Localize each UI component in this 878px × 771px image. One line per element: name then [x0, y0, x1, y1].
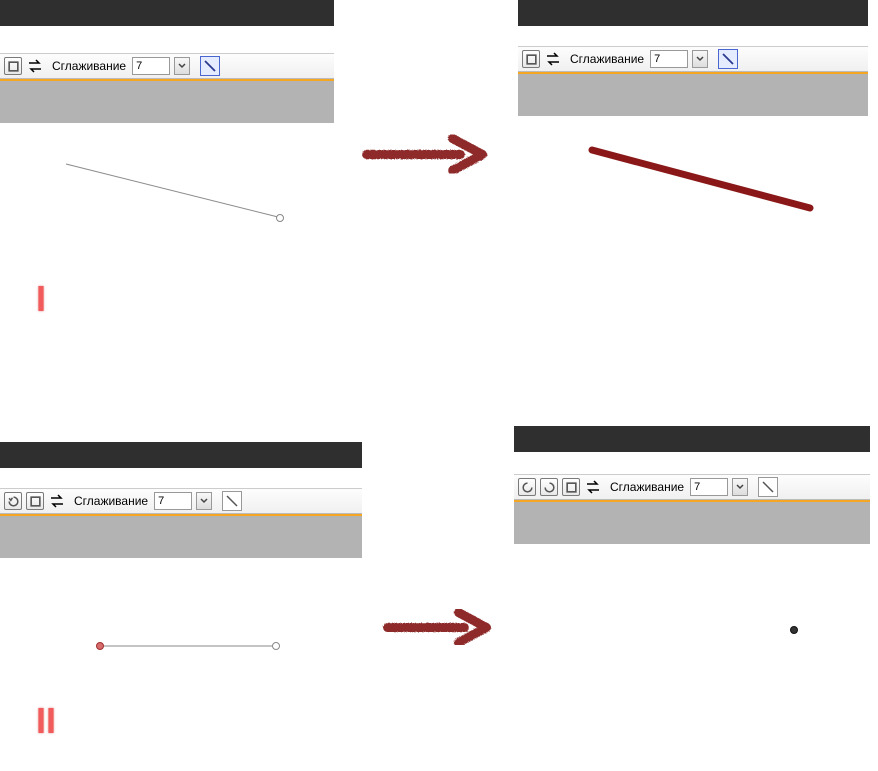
swap-icon	[544, 50, 562, 68]
step-marker-1: I	[36, 278, 46, 320]
canvas-header	[0, 81, 334, 123]
titlebar	[518, 0, 868, 26]
tool-options-bar: Сглаживание	[514, 474, 870, 500]
swap-icon	[48, 492, 66, 510]
toolbar-button-a[interactable]	[4, 57, 22, 75]
tutorial-arrow-2	[382, 606, 492, 648]
tool-options-bar: Сглаживание	[0, 488, 362, 514]
result-stroke-2	[606, 620, 806, 640]
tutorial-arrow-1	[360, 132, 488, 176]
line-tool-button[interactable]	[200, 56, 220, 76]
toolbar-button-rot-ccw[interactable]	[518, 478, 536, 496]
tool-options-bar: Сглаживание	[0, 53, 334, 79]
swap-icon	[26, 57, 44, 75]
swap-icon	[584, 478, 602, 496]
drawn-line-preview-2	[100, 640, 284, 650]
smoothing-label: Сглаживание	[52, 59, 126, 73]
result-stroke-1	[588, 144, 818, 218]
canvas-header	[514, 502, 870, 544]
canvas-header	[518, 74, 868, 116]
titlebar	[514, 426, 870, 452]
line-end-handle-2[interactable]	[272, 642, 280, 650]
smoothing-input[interactable]	[132, 57, 170, 75]
smoothing-dropdown[interactable]	[732, 478, 748, 496]
toolbar-button-a[interactable]	[562, 478, 580, 496]
smoothing-input[interactable]	[154, 492, 192, 510]
smoothing-label: Сглаживание	[74, 494, 148, 508]
panel-1-after: Сглаживание	[518, 0, 868, 116]
line-tool-button[interactable]	[222, 491, 242, 511]
step-marker-2: II	[36, 700, 56, 742]
toolbar-button-rot[interactable]	[4, 492, 22, 510]
toolbar-button-a[interactable]	[26, 492, 44, 510]
panel-2-after: Сглаживание	[514, 426, 870, 544]
smoothing-dropdown[interactable]	[692, 50, 708, 68]
smoothing-dropdown[interactable]	[174, 57, 190, 75]
line-start-handle-2[interactable]	[96, 642, 104, 650]
panel-2-before: Сглаживание	[0, 442, 362, 558]
toolbar-button-rot-cw[interactable]	[540, 478, 558, 496]
smoothing-label: Сглаживание	[570, 52, 644, 66]
line-end-handle-1[interactable]	[276, 214, 284, 222]
toolbar-button-a[interactable]	[522, 50, 540, 68]
titlebar	[0, 442, 362, 468]
smoothing-dropdown[interactable]	[196, 492, 212, 510]
line-tool-button[interactable]	[758, 477, 778, 497]
smoothing-label: Сглаживание	[610, 480, 684, 494]
smoothing-input[interactable]	[690, 478, 728, 496]
canvas-header	[0, 516, 362, 558]
panel-1-before: Сглаживание	[0, 0, 334, 123]
titlebar	[0, 0, 334, 26]
result-end-handle[interactable]	[790, 626, 798, 634]
line-tool-button[interactable]	[718, 49, 738, 69]
tool-options-bar: Сглаживание	[518, 46, 868, 72]
smoothing-input[interactable]	[650, 50, 688, 68]
drawn-line-preview-1	[64, 160, 294, 230]
